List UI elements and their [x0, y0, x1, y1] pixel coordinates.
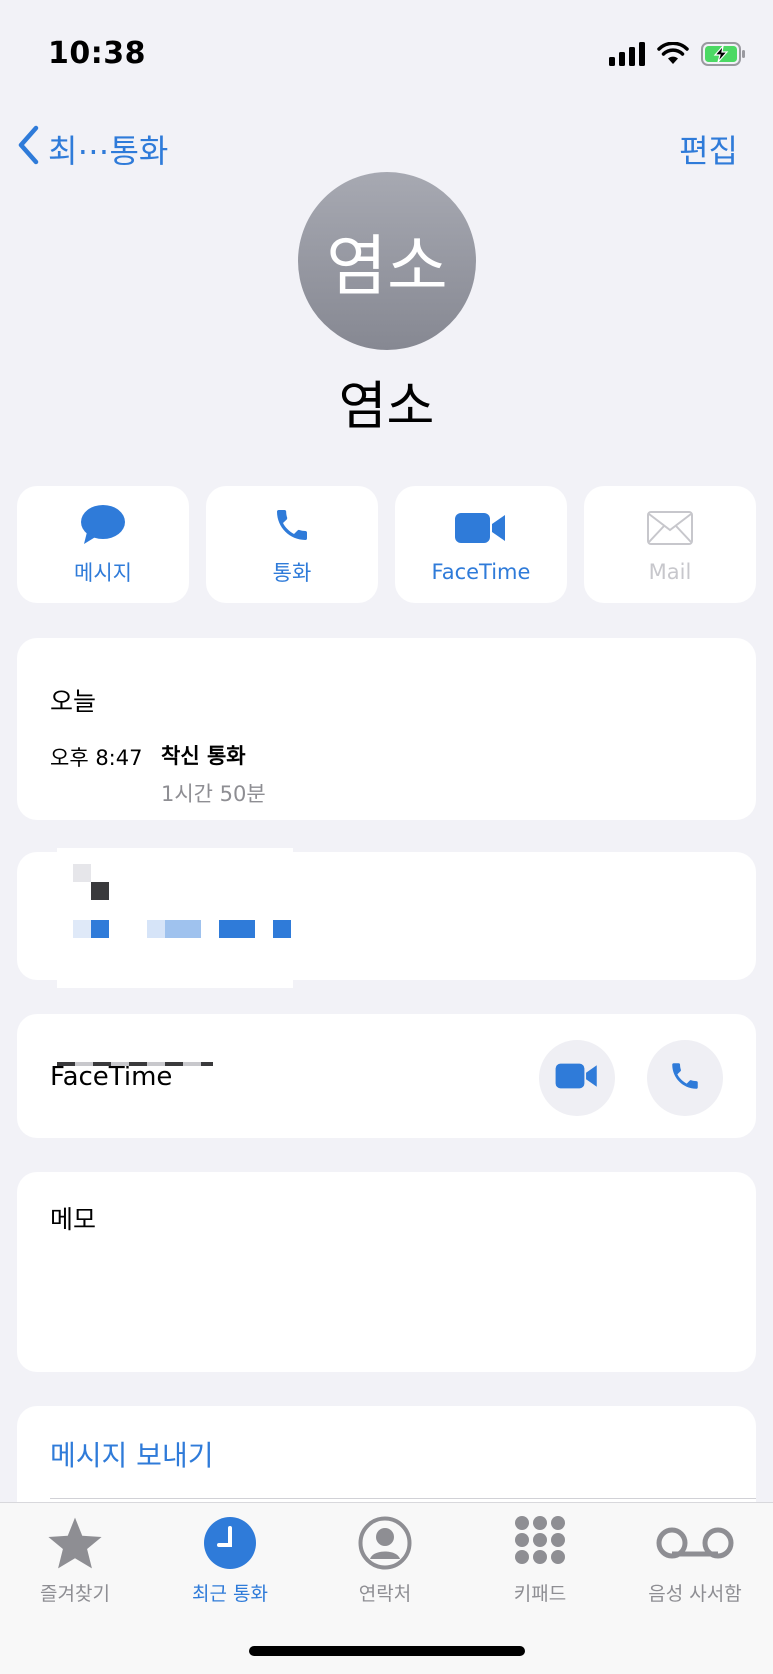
person-circle-icon [358, 1513, 412, 1573]
tab-contacts-label: 연락처 [358, 1583, 412, 1605]
video-icon [555, 1062, 599, 1094]
call-duration: 1시간 50분 [161, 782, 266, 806]
notes-card[interactable]: 메모 [17, 1172, 756, 1372]
star-icon [46, 1513, 104, 1573]
tab-keypad[interactable]: 키패드 [465, 1513, 615, 1606]
tab-recents-label: 최근 통화 [192, 1583, 268, 1605]
video-icon [455, 506, 507, 550]
facetime-video-button[interactable] [539, 1040, 615, 1116]
message-label: 메시지 [74, 560, 132, 585]
mail-icon [647, 506, 693, 550]
divider [50, 1498, 756, 1499]
redacted-phone-number [57, 848, 293, 988]
call-type: 착신 통화 [161, 744, 246, 768]
call-time: 오후 8:47 [50, 746, 143, 770]
back-button[interactable]: 최⋯통화 [16, 124, 168, 174]
battery-charging-icon [701, 42, 747, 70]
phone-icon [668, 1059, 702, 1097]
phone-number-card[interactable] [17, 848, 756, 988]
wifi-icon [657, 41, 689, 70]
redacted-strip [57, 1062, 213, 1066]
home-indicator[interactable] [249, 1646, 525, 1656]
tab-recents[interactable]: 최근 통화 [155, 1513, 305, 1606]
message-icon [79, 503, 127, 547]
nav-bar: 최⋯통화 편집 [0, 118, 773, 178]
message-button[interactable]: 메시지 [17, 486, 189, 603]
mail-button[interactable]: Mail [584, 486, 756, 603]
back-label: 최⋯통화 [48, 132, 169, 170]
send-message-button[interactable]: 메시지 보내기 [50, 1434, 213, 1474]
facetime-button[interactable]: FaceTime [395, 486, 567, 603]
tab-contacts[interactable]: 연락처 [310, 1513, 460, 1606]
keypad-icon [513, 1513, 567, 1573]
tab-keypad-label: 키패드 [513, 1583, 567, 1605]
status-bar: 10:38 [0, 0, 773, 100]
call-button[interactable]: 통화 [206, 486, 378, 603]
edit-button[interactable]: 편집 [679, 126, 738, 172]
status-icons [609, 41, 747, 70]
tab-voicemail-label: 음성 사서함 [648, 1583, 742, 1605]
tab-favorites-label: 즐겨찾기 [40, 1583, 110, 1605]
clock-icon [203, 1513, 257, 1573]
facetime-audio-button[interactable] [647, 1040, 723, 1116]
tab-favorites[interactable]: 즐겨찾기 [0, 1513, 150, 1606]
facetime-card: FaceTime [17, 1014, 756, 1138]
status-time: 10:38 [48, 36, 146, 71]
notes-label: 메모 [50, 1205, 97, 1234]
recent-date-title: 오늘 [50, 687, 97, 716]
facetime-label: FaceTime [431, 559, 531, 584]
facetime-card-label: FaceTime [50, 1062, 173, 1092]
signal-icon [609, 42, 645, 70]
chevron-left-icon [16, 124, 40, 174]
contact-name: 염소 [338, 377, 435, 437]
action-row: 메시지 통화 FaceTime Mail [17, 486, 756, 603]
recent-calls-card: 오늘 오후 8:47 착신 통화 1시간 50분 [17, 638, 756, 820]
call-label: 통화 [272, 560, 312, 585]
tab-voicemail[interactable]: 음성 사서함 [620, 1513, 770, 1606]
phone-icon [272, 503, 312, 547]
avatar: 염소 [298, 172, 476, 350]
mail-label: Mail [648, 559, 692, 584]
voicemail-icon [655, 1513, 735, 1573]
